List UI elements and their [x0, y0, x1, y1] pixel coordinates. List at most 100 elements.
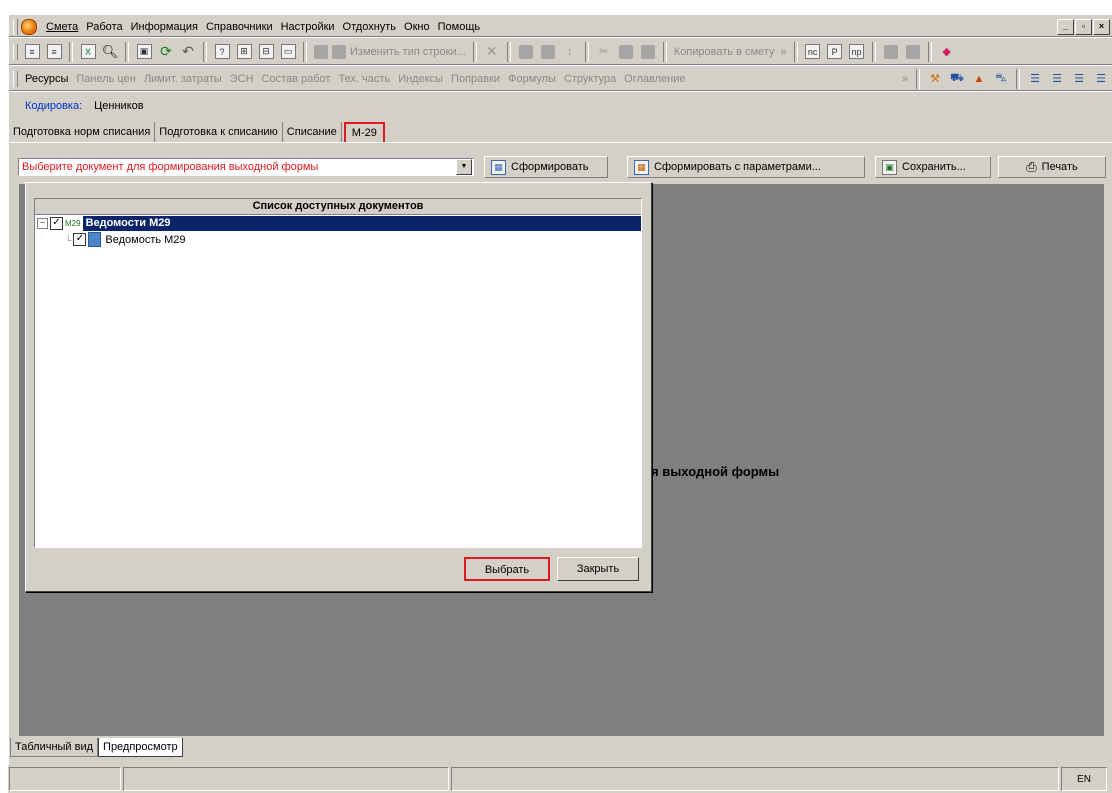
format-alt-icon[interactable] [902, 41, 924, 63]
change-row-type-label: Изменить тип строки... [350, 45, 466, 58]
status-cell [123, 767, 449, 791]
encoding-value[interactable]: Ценников [90, 98, 147, 114]
calc-icon[interactable]: ? [211, 41, 233, 63]
form-with-params-button[interactable]: ▦ Сформировать с параметрами... [627, 156, 865, 178]
child-checkbox[interactable]: ✓ [73, 233, 87, 246]
tree-remove-icon[interactable]: ⊟ [255, 41, 277, 63]
tab-m29[interactable]: М-29 [343, 122, 385, 142]
indent-left-icon[interactable]: ≡ [21, 41, 43, 63]
move-icon[interactable]: ↕ [559, 41, 581, 63]
tab-norm-preparation[interactable]: Подготовка норм списания [9, 122, 156, 142]
tb2-tech-part[interactable]: Тех. часть [334, 73, 394, 85]
undo-icon[interactable]: ↶ [177, 41, 199, 63]
document-icon [88, 232, 102, 247]
list-more-icon[interactable]: ☰ [1090, 68, 1112, 90]
document-tree[interactable]: Список доступных документов − ✓ M29 Ведо… [34, 198, 642, 548]
save-button-label: Сохранить... [902, 161, 966, 173]
menu-rabota[interactable]: Работа [82, 18, 126, 36]
tb2-structure[interactable]: Структура [560, 73, 620, 85]
menu-spravochniki[interactable]: Справочники [202, 18, 277, 36]
tab-bar: Подготовка норм списания Подготовка к сп… [9, 121, 1112, 143]
tb2-price-panel[interactable]: Панель цен [72, 73, 139, 85]
menu-smeta[interactable]: Смета [42, 18, 82, 36]
restore-button[interactable]: ▫ [1075, 18, 1092, 35]
tb2-limit-costs[interactable]: Лимит. затраты [140, 73, 226, 85]
close-button[interactable]: Закрыть [557, 557, 639, 581]
form-with-params-label: Сформировать с параметрами... [654, 161, 821, 173]
group-icon[interactable] [537, 41, 559, 63]
tb2-formulas[interactable]: Формулы [504, 73, 560, 85]
tb2-corrections[interactable]: Поправки [447, 73, 504, 85]
refresh-icon[interactable]: ⟳ [155, 41, 177, 63]
tb2-esn[interactable]: ЭСН [226, 73, 258, 85]
price-nc-icon[interactable]: nc [802, 41, 824, 63]
grid-edit-icon: ▦ [634, 159, 649, 175]
list-indent-icon[interactable]: ☰ [1024, 68, 1046, 90]
equipment-icon[interactable]: ⛍ [990, 68, 1012, 90]
collapse-icon[interactable]: − [37, 218, 48, 229]
material-icon[interactable]: ▲ [968, 68, 990, 90]
close-window-button[interactable]: × [1093, 18, 1110, 35]
app-logo-icon[interactable] [21, 18, 37, 35]
toolbar-grip[interactable] [13, 43, 18, 60]
paste-icon[interactable] [637, 41, 659, 63]
toolbar-grip[interactable] [13, 18, 18, 35]
toolbar-separator [916, 68, 920, 89]
save-button[interactable]: ▣ Сохранить... [875, 156, 991, 178]
folder-m29-icon: M29 [65, 219, 81, 228]
list-outdent-icon[interactable]: ☰ [1046, 68, 1068, 90]
price-pp-icon[interactable]: np [846, 41, 868, 63]
tab-writeoff-preparation[interactable]: Подготовка к списанию [155, 122, 283, 142]
worker-icon[interactable]: ⚒ [924, 68, 946, 90]
tree-node-child[interactable]: └ ✓ Ведомость М29 [65, 232, 186, 247]
chevron-right-icon[interactable]: » [777, 46, 789, 58]
cut-icon[interactable]: ✂ [593, 41, 615, 63]
menu-nastroyki[interactable]: Настройки [277, 18, 339, 36]
toolbar-grip[interactable] [13, 70, 18, 87]
toolbar-separator [793, 41, 798, 62]
tree-root-label[interactable]: Ведомости М29 [82, 216, 641, 231]
indent-right-icon[interactable]: ≡ [43, 41, 65, 63]
tb2-resources[interactable]: Ресурсы [21, 73, 72, 85]
menu-informatsiya[interactable]: Информация [127, 18, 202, 36]
tree-child-label[interactable]: Ведомость М29 [105, 234, 185, 246]
minimize-button[interactable]: _ [1057, 18, 1074, 35]
calculator-icon[interactable] [515, 41, 537, 63]
copy-to-estimate-button[interactable]: Копировать в смету [671, 46, 778, 58]
menu-okno[interactable]: Окно [400, 18, 434, 36]
tab-writeoff[interactable]: Списание [283, 122, 342, 142]
comment-icon[interactable]: ▭ [277, 41, 299, 63]
tree-node-root[interactable]: − ✓ M29 Ведомости М29 [37, 216, 641, 231]
toolbar-separator [927, 41, 932, 62]
eraser-icon[interactable]: ◆ [936, 41, 958, 63]
tab-preview[interactable]: Предпросмотр [98, 738, 183, 757]
tb2-work-composition[interactable]: Состав работ [258, 73, 335, 85]
toolbar-separator [584, 41, 589, 62]
toolbar-separator [506, 41, 511, 62]
print-button[interactable]: ⎙ Печать [998, 156, 1106, 178]
change-row-type-button[interactable]: Изменить тип строки... [311, 44, 469, 59]
tab-table-view[interactable]: Табличный вид [10, 738, 99, 757]
dialog-title: Список доступных документов [35, 199, 641, 215]
chevron-down-icon[interactable]: ▼ [456, 159, 472, 175]
copy-icon[interactable] [615, 41, 637, 63]
select-button[interactable]: Выбрать [464, 557, 550, 581]
tb2-contents[interactable]: Оглавление [620, 73, 689, 85]
form-button[interactable]: ▦ Сформировать [484, 156, 608, 178]
excel-icon[interactable]: X [77, 41, 99, 63]
list-sort-icon[interactable]: ☰ [1068, 68, 1090, 90]
tb2-indexes[interactable]: Индексы [394, 73, 447, 85]
document-select[interactable]: Выберите документ для формирования выход… [18, 158, 474, 176]
window-controls: _ ▫ × [1057, 18, 1110, 35]
chevron-right-icon[interactable]: » [898, 73, 912, 85]
save-icon[interactable]: ▣ [133, 41, 155, 63]
root-checkbox[interactable]: ✓ [50, 217, 63, 230]
delete-icon[interactable]: ✕ [481, 41, 503, 63]
menu-pomoshch[interactable]: Помощь [434, 18, 485, 36]
tree-add-icon[interactable]: ⊞ [233, 41, 255, 63]
search-icon[interactable]: 🔍︎ [99, 41, 121, 63]
price-p-icon[interactable]: P [824, 41, 846, 63]
machine-icon[interactable]: ⛟ [946, 68, 968, 90]
format-icon[interactable] [880, 41, 902, 63]
menu-otdokhnut[interactable]: Отдохнуть [339, 18, 401, 36]
